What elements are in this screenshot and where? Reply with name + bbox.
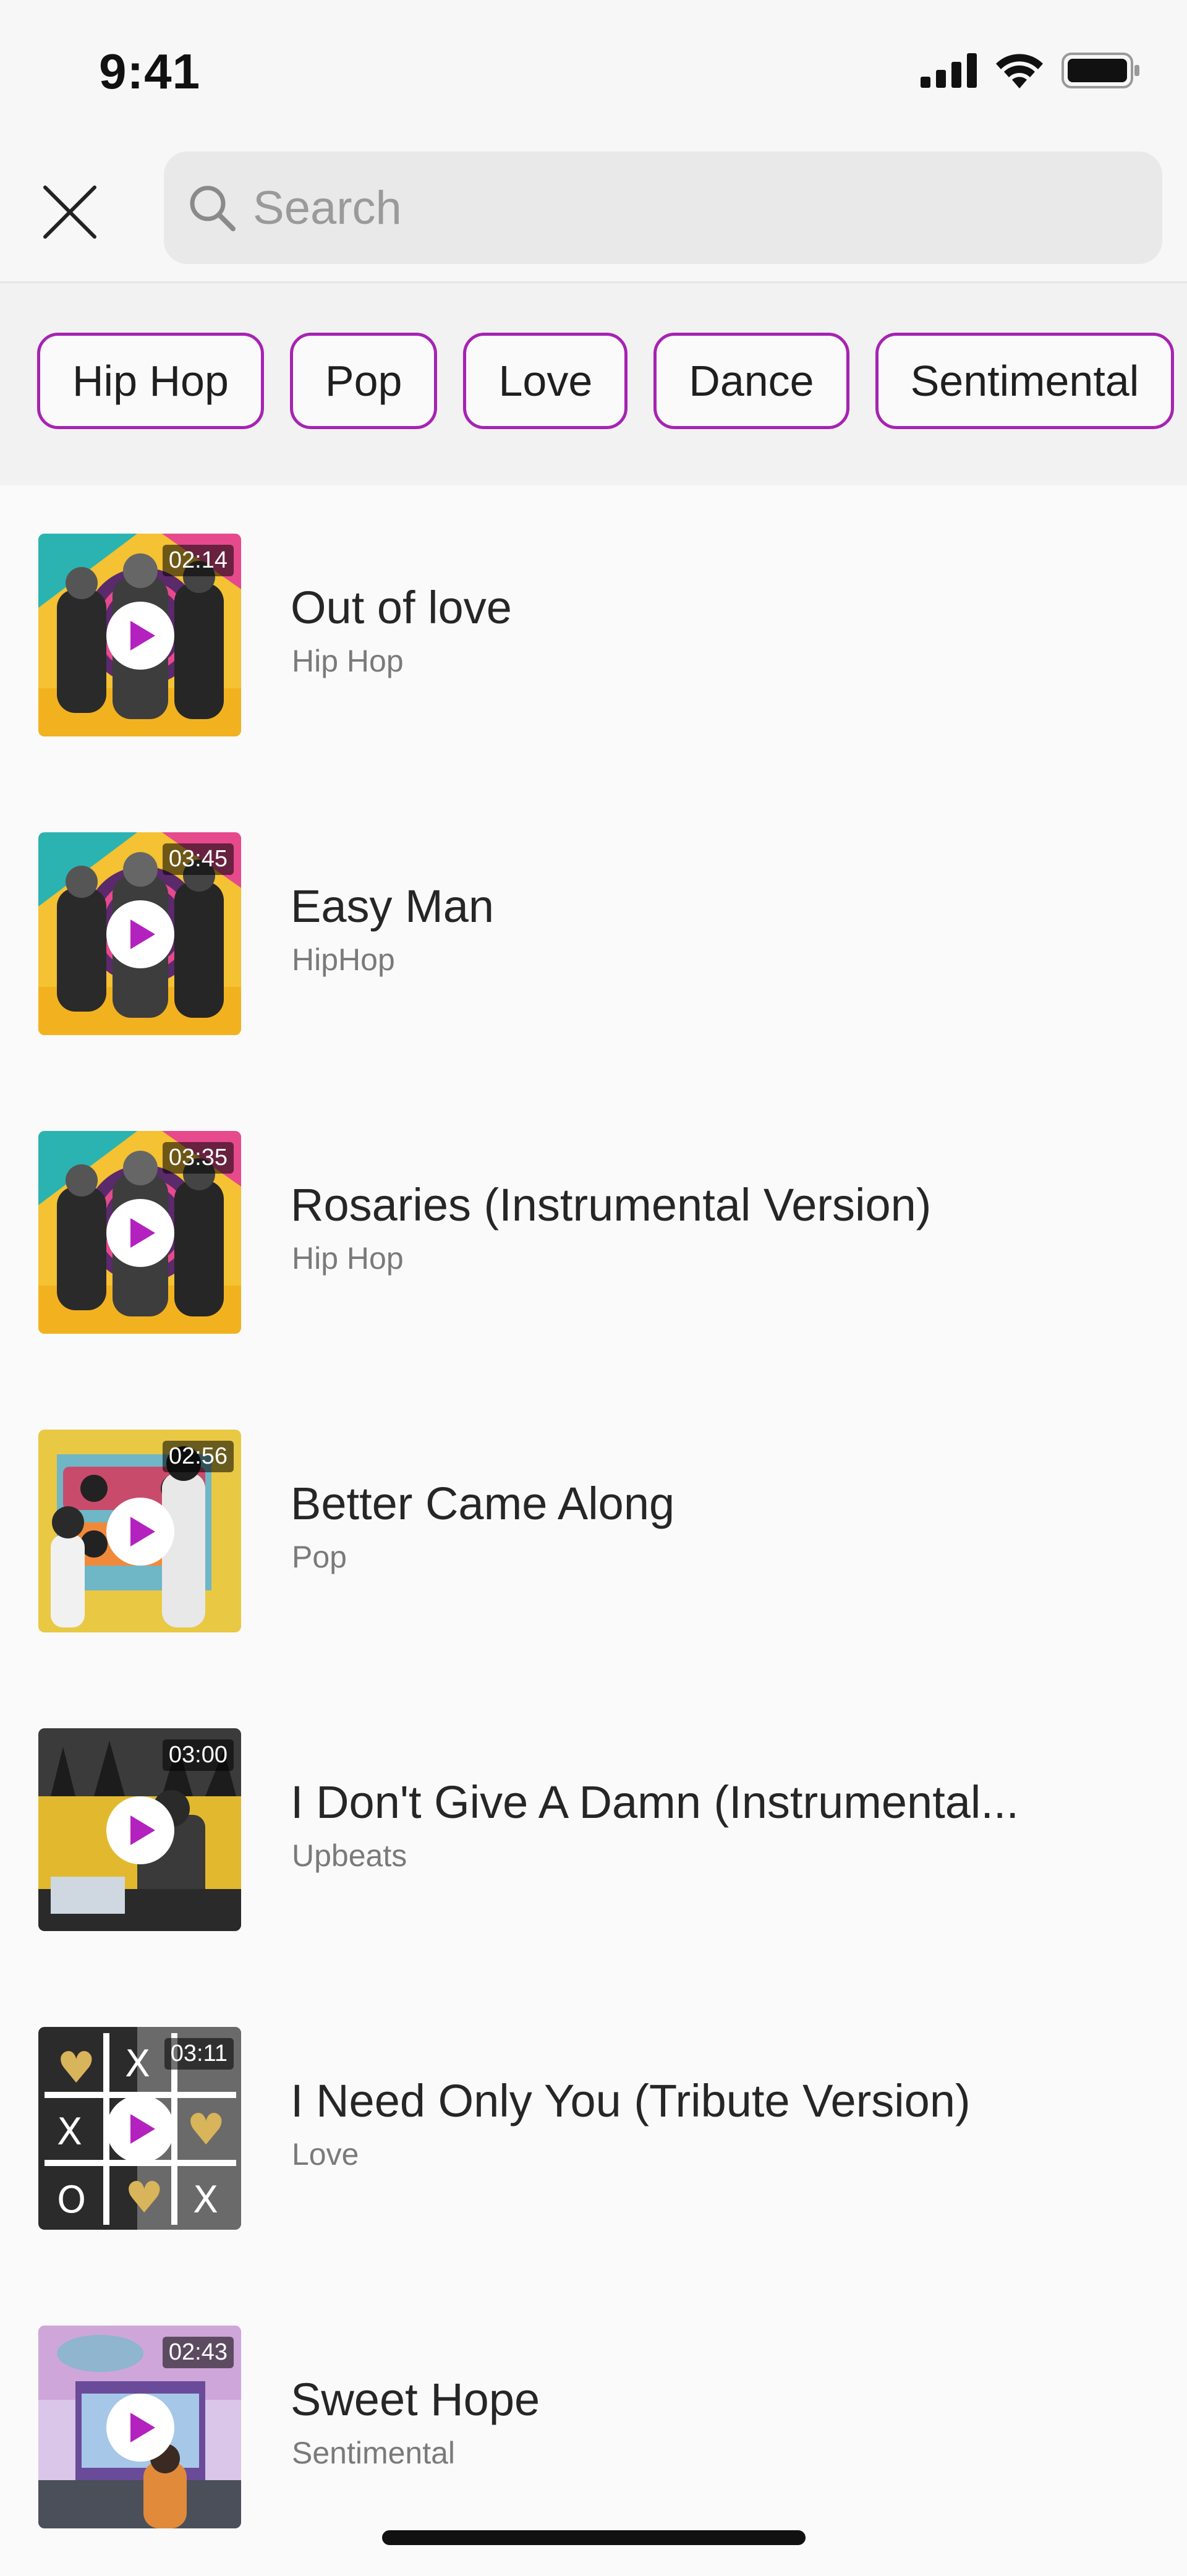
track-duration: 03:00 bbox=[162, 1739, 234, 1771]
genre-chip[interactable]: Dance bbox=[653, 333, 849, 429]
genre-chips: Hip Hop Pop Love Dance Sentimental bbox=[37, 333, 1175, 429]
track-title: Rosaries (Instrumental Version) bbox=[291, 1179, 932, 1230]
play-button[interactable] bbox=[106, 1498, 174, 1566]
genre-chip[interactable]: Hip Hop bbox=[37, 333, 264, 429]
track-title: Easy Man bbox=[291, 881, 495, 932]
genre-chip[interactable]: Pop bbox=[289, 333, 438, 429]
home-indicator bbox=[382, 2530, 806, 2545]
status-time: 9:41 bbox=[99, 44, 201, 99]
play-button[interactable] bbox=[106, 1199, 174, 1267]
close-button[interactable] bbox=[37, 179, 102, 244]
play-button[interactable] bbox=[106, 900, 174, 968]
battery-icon bbox=[1061, 53, 1139, 88]
track-genre: HipHop bbox=[292, 942, 395, 977]
play-icon bbox=[130, 1517, 155, 1546]
play-button[interactable] bbox=[106, 2394, 174, 2462]
genre-chip[interactable]: Sentimental bbox=[875, 333, 1175, 429]
play-button[interactable] bbox=[106, 602, 174, 670]
track-title: Better Came Along bbox=[291, 1478, 675, 1529]
track-title: Out of love bbox=[291, 582, 512, 633]
play-icon bbox=[130, 1218, 155, 1248]
track-genre: Sentimental bbox=[292, 2436, 456, 2470]
svg-text:♥: ♥ bbox=[125, 2172, 164, 2223]
svg-text:O: O bbox=[57, 2178, 86, 2222]
track-artwork[interactable]: 03:35 bbox=[38, 1131, 241, 1334]
play-icon bbox=[130, 2114, 155, 2144]
track-artwork[interactable]: 03:00 bbox=[38, 1728, 241, 1931]
track-title: Sweet Hope bbox=[291, 2374, 540, 2425]
search-box[interactable] bbox=[164, 151, 1162, 264]
track-artwork[interactable]: ♥ X X ♥ O ♥ X 03:11 bbox=[38, 2027, 241, 2230]
track-genre: Hip Hop bbox=[292, 644, 404, 678]
search-header bbox=[0, 130, 1187, 283]
track-genre: Hip Hop bbox=[292, 1241, 404, 1276]
search-icon bbox=[190, 186, 236, 231]
genre-chip[interactable]: Love bbox=[463, 333, 628, 429]
genre-filter-bar: Hip Hop Pop Love Dance Sentimental bbox=[0, 283, 1187, 485]
track-duration: 03:11 bbox=[164, 2038, 234, 2070]
track-artwork[interactable]: 02:56 bbox=[38, 1430, 241, 1632]
track-title: I Don't Give A Damn (Instrumental... bbox=[291, 1776, 1019, 1828]
play-icon bbox=[130, 2413, 155, 2442]
cellular-signal-icon bbox=[921, 53, 977, 88]
track-duration: 02:14 bbox=[162, 545, 234, 576]
wifi-icon bbox=[996, 54, 1043, 88]
track-row[interactable]: ♥ X X ♥ O ♥ X 03:11 I Need Only You (Tri… bbox=[0, 1979, 1187, 2277]
track-genre: Upbeats bbox=[292, 1838, 407, 1873]
track-artwork[interactable]: 02:43 bbox=[38, 2326, 241, 2528]
play-button[interactable] bbox=[106, 2095, 174, 2163]
svg-text:X: X bbox=[125, 2042, 150, 2086]
track-genre: Love bbox=[292, 2137, 359, 2172]
play-button[interactable] bbox=[106, 1796, 174, 1864]
track-genre: Pop bbox=[292, 1540, 347, 1574]
track-list: 02:14 Out of love Hip Hop 03:45 Easy Man… bbox=[0, 485, 1187, 2576]
svg-text:♥: ♥ bbox=[187, 2104, 226, 2155]
status-bar: 9:41 bbox=[0, 0, 1187, 130]
search-input[interactable] bbox=[252, 180, 1120, 236]
track-title: I Need Only You (Tribute Version) bbox=[291, 2075, 971, 2126]
play-icon bbox=[130, 1815, 155, 1845]
track-artwork[interactable]: 03:45 bbox=[38, 832, 241, 1035]
play-icon bbox=[130, 919, 155, 949]
svg-text:X: X bbox=[193, 2178, 218, 2222]
svg-text:♥: ♥ bbox=[57, 2042, 96, 2093]
svg-text:X: X bbox=[57, 2110, 82, 2154]
track-duration: 03:35 bbox=[162, 1142, 234, 1174]
track-row[interactable]: 02:56 Better Came Along Pop bbox=[0, 1381, 1187, 1680]
status-icons bbox=[921, 53, 1141, 88]
track-duration: 03:45 bbox=[162, 843, 234, 875]
play-icon bbox=[130, 621, 155, 650]
track-row[interactable]: 03:35 Rosaries (Instrumental Version) Hi… bbox=[0, 1083, 1187, 1381]
track-duration: 02:56 bbox=[162, 1441, 234, 1472]
track-row[interactable]: 03:45 Easy Man HipHop bbox=[0, 784, 1187, 1083]
track-row[interactable]: 02:14 Out of love Hip Hop bbox=[0, 485, 1187, 784]
track-artwork[interactable]: 02:14 bbox=[38, 534, 241, 736]
track-row[interactable]: 03:00 I Don't Give A Damn (Instrumental.… bbox=[0, 1680, 1187, 1979]
close-icon bbox=[43, 185, 96, 239]
track-duration: 02:43 bbox=[162, 2337, 234, 2368]
